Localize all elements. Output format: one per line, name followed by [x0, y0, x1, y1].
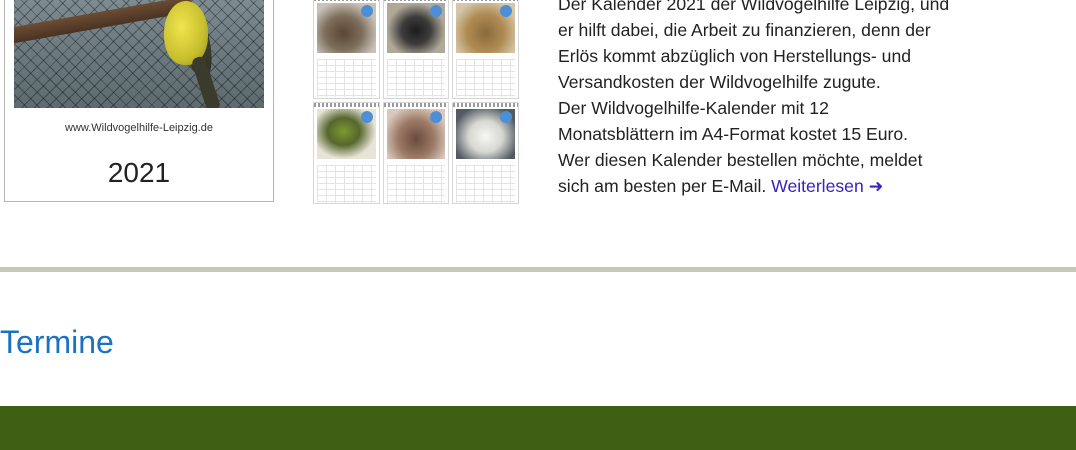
month-sheet	[452, 101, 519, 204]
sheet-photo	[386, 108, 446, 159]
article-line: Versandkosten der Wildvogelhilfe zugute.	[558, 72, 881, 92]
article-line: Der Wildvogelhilfe-Kalender mit 12	[558, 98, 829, 118]
logo-badge-icon	[360, 110, 373, 123]
sheet-header-strip	[383, 102, 449, 107]
sheet-photo	[386, 3, 446, 53]
sheet-header-strip	[383, 0, 449, 1]
article-line: sich am besten per E-Mail.	[558, 176, 767, 196]
month-sheet	[313, 101, 380, 204]
sheet-date-grid	[456, 164, 515, 203]
month-sheet	[382, 101, 450, 204]
sheet-date-grid	[386, 59, 446, 97]
sheet-photo	[317, 108, 376, 159]
read-more-label: Weiterlesen	[771, 176, 864, 196]
sheet-photo	[317, 3, 376, 53]
sheet-header-strip	[314, 0, 379, 1]
section-divider	[0, 267, 1076, 272]
sheet-date-grid	[386, 164, 446, 203]
bird-photo	[14, 0, 264, 108]
calendar-article: Der Kalender 2021 der Wildvogelhilfe Lei…	[558, 0, 1058, 199]
events-table-header-bar	[0, 406, 1076, 450]
section-title-termine: Termine	[0, 324, 114, 360]
month-sheet	[452, 0, 519, 99]
read-more-link[interactable]: Weiterlesen ➜	[771, 176, 883, 196]
arrow-right-icon: ➜	[868, 176, 884, 196]
logo-badge-icon	[360, 5, 373, 17]
sheet-header-strip	[453, 0, 518, 1]
bird-tail-shape	[190, 55, 222, 108]
sheet-date-grid	[456, 59, 515, 97]
logo-badge-icon	[499, 110, 512, 123]
article-line: Der Kalender 2021 der Wildvogelhilfe Lei…	[558, 0, 950, 14]
bird-body-shape	[164, 1, 208, 65]
article-line: Monatsblättern im A4-Format kostet 15 Eu…	[558, 124, 909, 144]
sheet-header-strip	[453, 102, 518, 107]
calendar-months-image[interactable]	[313, 0, 519, 204]
logo-badge-icon	[499, 5, 512, 17]
sheet-header-strip	[314, 102, 379, 107]
logo-badge-icon	[430, 110, 443, 123]
month-sheet	[382, 0, 450, 99]
article-line: Erlös kommt abzüglich von Herstellungs- …	[558, 46, 912, 66]
sheet-date-grid	[317, 164, 376, 203]
logo-badge-icon	[430, 5, 443, 17]
article-line: er hilft dabei, die Arbeit zu finanziere…	[558, 20, 931, 40]
sheet-date-grid	[317, 59, 376, 97]
calendar-cover-image[interactable]: www.Wildvogelhilfe-Leipzig.de 2021	[4, 0, 274, 202]
article-line: Wer diesen Kalender bestellen möchte, me…	[558, 150, 923, 170]
cover-year-text: 2021	[107, 157, 171, 188]
article-last-line: sich am besten per E-Mail. Weiterlesen ➜	[558, 173, 1058, 199]
month-sheet	[313, 0, 380, 99]
sheet-photo	[456, 3, 515, 53]
cover-website-text: www.Wildvogelhilfe-Leipzig.de	[65, 122, 213, 134]
sheet-photo	[456, 108, 515, 159]
